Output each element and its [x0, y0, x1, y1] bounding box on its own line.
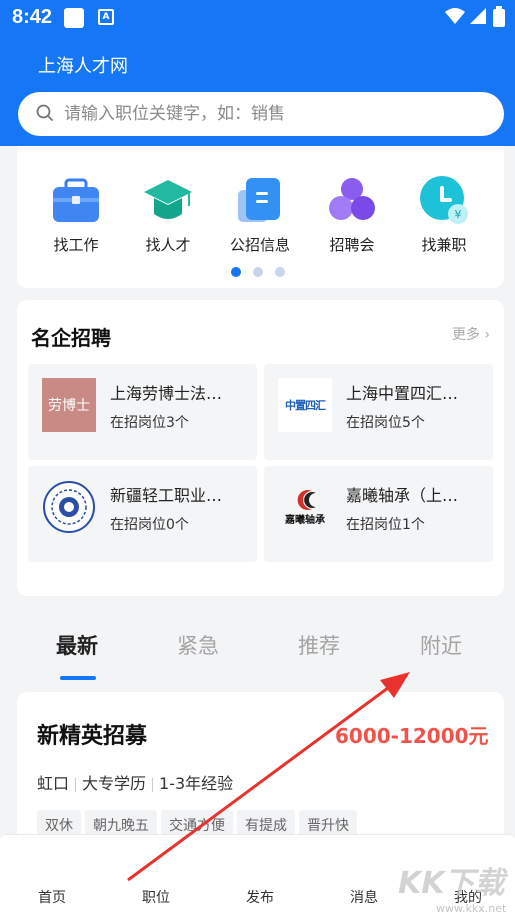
company-logo: 劳博士 [42, 378, 96, 432]
company-logo-text: 劳博士 [48, 398, 90, 414]
school-seal-icon [43, 481, 95, 533]
watermark-url: www.kkx.net [436, 902, 507, 915]
tab-urgent[interactable]: 紧急 [177, 630, 219, 660]
bottom-nav-publish[interactable]: 发布 [220, 887, 300, 907]
status-time: 8:42 [12, 6, 53, 28]
quick-nav-find-talent[interactable]: 找人才 [127, 174, 209, 255]
carousel-indicator [231, 262, 297, 281]
job-experience: 1-3年经验 [159, 774, 234, 793]
chevron-right-icon: › [484, 327, 490, 343]
company-logo-text: 中置四汇 [285, 399, 326, 412]
job-card[interactable]: 新精英招募 6000-12000元 虹口 大专学历 1-3年经验 双休 朝九晚五 交通方… [17, 692, 504, 852]
bottom-nav-messages[interactable]: 消息 [324, 887, 404, 907]
divider [75, 777, 77, 792]
app-notification-icon: A [98, 9, 114, 25]
quick-nav-public-recruit[interactable]: 公招信息 [219, 174, 301, 255]
more-link[interactable]: 更多 › [452, 324, 490, 344]
quick-nav-find-job[interactable]: 找工作 [35, 174, 117, 255]
job-tabs: 最新 紧急 推荐 附近 [0, 600, 515, 690]
job-salary: 6000-12000元 [335, 724, 489, 748]
bottom-nav-jobs[interactable]: 职位 [116, 887, 196, 907]
quick-nav-label: 找兼职 [421, 236, 467, 254]
company-card[interactable]: 新疆轻工职业… 在招岗位0个 [28, 466, 257, 562]
quick-nav-part-time[interactable]: ¥ 找兼职 [403, 174, 485, 255]
quick-nav-label: 招聘会 [329, 236, 375, 254]
section-title: 名企招聘 [31, 326, 111, 350]
svg-text:¥: ¥ [455, 208, 462, 221]
job-location: 虹口 [37, 774, 70, 793]
company-name: 新疆轻工职业… [110, 486, 223, 505]
document-icon [234, 174, 286, 226]
wifi-icon [445, 8, 465, 24]
search-bar[interactable] [18, 92, 504, 136]
job-education: 大专学历 [82, 774, 147, 793]
company-job-count: 在招岗位5个 [346, 415, 425, 431]
header-bar: 8:42 A 上海人才网 [0, 0, 515, 146]
people-group-icon [326, 174, 378, 226]
company-name: 嘉曦轴承（上… [346, 486, 459, 505]
signal-icon [470, 8, 486, 24]
divider [152, 777, 154, 792]
status-bar: 8:42 A [0, 0, 515, 36]
carousel-dot[interactable] [275, 267, 285, 277]
company-job-count: 在招岗位3个 [110, 415, 189, 431]
bottom-nav-home[interactable]: 首页 [12, 887, 92, 907]
carousel-dot[interactable] [253, 267, 263, 277]
briefcase-icon [50, 174, 102, 226]
company-card[interactable]: 中置四汇 上海中置四汇… 在招岗位5个 [264, 364, 493, 460]
company-card[interactable]: 嘉曦轴承 嘉曦轴承（上… 在招岗位1个 [264, 466, 493, 562]
job-title: 新精英招募 [37, 724, 148, 749]
company-logo-text: 嘉曦轴承 [285, 514, 325, 526]
company-name: 上海中置四汇… [346, 384, 459, 403]
famous-companies-section: 名企招聘 更多 › 劳博士 上海劳博士法… 在招岗位3个 中置四汇 上海中置四汇… [17, 300, 504, 596]
quick-nav-job-fair[interactable]: 招聘会 [311, 174, 393, 255]
more-label: 更多 [451, 327, 480, 343]
company-job-count: 在招岗位1个 [346, 517, 425, 533]
crescent-logo-icon [297, 489, 316, 510]
job-meta: 虹口 大专学历 1-3年经验 [37, 770, 233, 794]
app-brand: 上海人才网 [38, 56, 128, 77]
clock-yuan-icon: ¥ [418, 174, 470, 226]
notification-icon [64, 8, 84, 28]
quick-nav-label: 找工作 [53, 236, 99, 254]
quick-nav-label: 找人才 [145, 236, 191, 254]
tab-recommended[interactable]: 推荐 [298, 630, 340, 660]
company-name: 上海劳博士法… [110, 384, 223, 403]
company-logo [42, 480, 96, 534]
company-card[interactable]: 劳博士 上海劳博士法… 在招岗位3个 [28, 364, 257, 460]
quick-nav-label: 公招信息 [229, 236, 290, 254]
quick-nav: 找工作 找人才 公招信息 招聘会 ¥ 找兼职 [17, 146, 504, 288]
tab-indicator [60, 676, 96, 680]
tab-nearby[interactable]: 附近 [420, 630, 462, 660]
tab-latest[interactable]: 最新 [56, 630, 98, 660]
company-job-count: 在招岗位0个 [110, 517, 189, 533]
search-input[interactable] [64, 100, 484, 128]
graduation-cap-icon [142, 174, 194, 226]
battery-icon [493, 6, 505, 27]
company-logo: 中置四汇 [278, 378, 332, 432]
company-logo: 嘉曦轴承 [278, 480, 332, 534]
watermark-logo: KK下载 [398, 866, 505, 901]
carousel-dot-active[interactable] [231, 267, 241, 277]
search-icon [36, 104, 54, 122]
